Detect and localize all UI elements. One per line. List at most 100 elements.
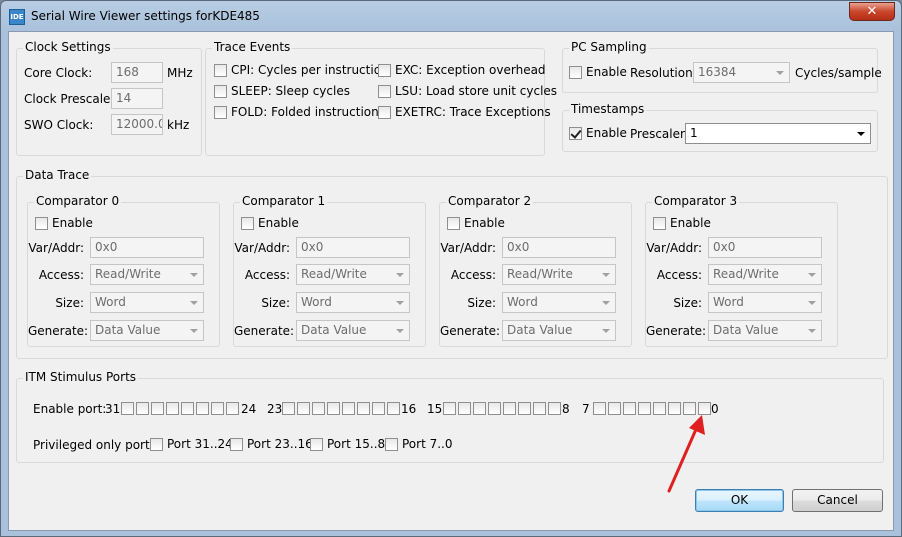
itm-port-24-checkbox[interactable] (226, 402, 239, 415)
comparator-3-access-select[interactable]: Read/Write (708, 264, 822, 285)
pc-sampling-enable-checkbox[interactable] (569, 66, 582, 79)
title-bar[interactable]: IDE Serial Wire Viewer settings forKDE48… (1, 1, 901, 31)
chevron-down-icon (190, 329, 198, 333)
privileged-port-7-0-checkbox[interactable] (385, 438, 398, 451)
pc-sampling-enable-label[interactable]: Enable (586, 65, 627, 79)
swo-clock-label: SWO Clock: (24, 118, 94, 132)
port-group-31-24-low: 24 (241, 402, 257, 416)
comparator-3-enable-label[interactable]: Enable (670, 216, 711, 230)
exetrc-label[interactable]: EXETRC: Trace Exceptions (395, 105, 551, 119)
privileged-port-7-0-label[interactable]: Port 7..0 (402, 437, 453, 451)
itm-port-29-checkbox[interactable] (151, 402, 164, 415)
timestamps-enable-label[interactable]: Enable (586, 126, 627, 140)
comparator-2-size-select[interactable]: Word (502, 292, 616, 313)
comparator-1-var-addr-field[interactable]: 0x0 (296, 237, 410, 258)
close-button[interactable]: ✕ (849, 2, 895, 21)
comparator-0-enable-label[interactable]: Enable (52, 216, 93, 230)
privileged-port-23-16-checkbox[interactable] (230, 438, 243, 451)
itm-port-31-checkbox[interactable] (121, 402, 134, 415)
comparator-1-access-select[interactable]: Read/Write (296, 264, 410, 285)
timestamps-enable-checkbox[interactable] (569, 127, 582, 140)
itm-port-16-checkbox[interactable] (387, 402, 400, 415)
itm-port-19-checkbox[interactable] (342, 402, 355, 415)
comparator-3-generate-label: Generate: (646, 324, 707, 338)
lsu-checkbox[interactable] (378, 85, 391, 98)
privileged-port-15-8-checkbox[interactable] (310, 438, 323, 451)
itm-port-7-checkbox[interactable] (593, 402, 606, 415)
itm-port-12-checkbox[interactable] (488, 402, 501, 415)
comparator-0-size-select[interactable]: Word (90, 292, 204, 313)
comparator-2-var-addr-field[interactable]: 0x0 (502, 237, 616, 258)
itm-port-23-checkbox[interactable] (282, 402, 295, 415)
comparator-2-access-select[interactable]: Read/Write (502, 264, 616, 285)
lsu-label[interactable]: LSU: Load store unit cycles (395, 84, 557, 98)
swo-clock-field[interactable]: 12000.0 (111, 114, 163, 135)
fold-checkbox[interactable] (214, 106, 227, 119)
itm-port-13-checkbox[interactable] (473, 402, 486, 415)
itm-port-8-checkbox[interactable] (548, 402, 561, 415)
sleep-label[interactable]: SLEEP: Sleep cycles (231, 84, 350, 98)
core-clock-field[interactable]: 168 (111, 62, 163, 83)
comparator-3-enable-checkbox[interactable] (653, 217, 666, 230)
port-group-23-16 (282, 402, 400, 416)
comparator-0-generate-select[interactable]: Data Value (90, 320, 204, 341)
itm-port-22-checkbox[interactable] (297, 402, 310, 415)
comparator-3-size-select[interactable]: Word (708, 292, 822, 313)
privileged-port-23-16-label[interactable]: Port 23..16 (247, 437, 313, 451)
itm-port-10-checkbox[interactable] (518, 402, 531, 415)
comparator-1-generate-select[interactable]: Data Value (296, 320, 410, 341)
prescaler-select[interactable]: 1 (685, 123, 871, 144)
chevron-down-icon (808, 329, 816, 333)
comparator-2-generate-select[interactable]: Data Value (502, 320, 616, 341)
itm-port-25-checkbox[interactable] (211, 402, 224, 415)
itm-port-14-checkbox[interactable] (458, 402, 471, 415)
comparator-1-enable-label[interactable]: Enable (258, 216, 299, 230)
comparator-2-access-label: Access: (450, 268, 496, 282)
itm-port-9-checkbox[interactable] (533, 402, 546, 415)
itm-port-30-checkbox[interactable] (136, 402, 149, 415)
itm-port-18-checkbox[interactable] (357, 402, 370, 415)
swo-clock-unit: kHz (167, 118, 190, 132)
cancel-button[interactable]: Cancel (792, 489, 883, 512)
comparator-2-enable-checkbox[interactable] (447, 217, 460, 230)
clock-prescaler-field[interactable]: 14 (111, 88, 163, 109)
itm-port-20-checkbox[interactable] (327, 402, 340, 415)
exetrc-checkbox[interactable] (378, 106, 391, 119)
exc-checkbox[interactable] (378, 64, 391, 77)
sleep-checkbox[interactable] (214, 85, 227, 98)
itm-port-4-checkbox[interactable] (638, 402, 651, 415)
privileged-port-31-24-label[interactable]: Port 31..24 (167, 437, 233, 451)
privileged-only-ports-label: Privileged only ports: (33, 438, 160, 452)
port-group-7-0-high: 7 (582, 402, 590, 416)
comparator-1-size-label: Size: (261, 296, 290, 310)
itm-port-5-checkbox[interactable] (623, 402, 636, 415)
itm-port-17-checkbox[interactable] (372, 402, 385, 415)
resolution-select[interactable]: 16384 (693, 62, 790, 83)
resolution-unit: Cycles/sample (795, 66, 882, 80)
comparator-0-enable-checkbox[interactable] (35, 217, 48, 230)
itm-port-26-checkbox[interactable] (196, 402, 209, 415)
comparator-3-generate-select[interactable]: Data Value (708, 320, 822, 341)
itm-port-15-checkbox[interactable] (443, 402, 456, 415)
privileged-port-15-8-label[interactable]: Port 15..8 (327, 437, 385, 451)
comparator-0-access-select[interactable]: Read/Write (90, 264, 204, 285)
exc-label[interactable]: EXC: Exception overhead (395, 63, 546, 77)
clock-settings-title: Clock Settings (23, 40, 113, 54)
itm-port-21-checkbox[interactable] (312, 402, 325, 415)
cpi-checkbox[interactable] (214, 64, 227, 77)
cpi-label[interactable]: CPI: Cycles per instruction (231, 63, 389, 77)
comparator-0-var-addr-field[interactable]: 0x0 (90, 237, 204, 258)
itm-port-6-checkbox[interactable] (608, 402, 621, 415)
itm-port-28-checkbox[interactable] (166, 402, 179, 415)
comparator-2-enable-label[interactable]: Enable (464, 216, 505, 230)
fold-label[interactable]: FOLD: Folded instructions (231, 105, 385, 119)
itm-port-27-checkbox[interactable] (181, 402, 194, 415)
dialog-window: IDE Serial Wire Viewer settings forKDE48… (0, 0, 902, 537)
comparator-1-enable-checkbox[interactable] (241, 217, 254, 230)
comparator-1-title: Comparator 1 (240, 194, 328, 208)
comparator-0-generate-value: Data Value (95, 323, 161, 337)
comparator-3-var-addr-field[interactable]: 0x0 (708, 237, 822, 258)
itm-port-11-checkbox[interactable] (503, 402, 516, 415)
comparator-1-size-select[interactable]: Word (296, 292, 410, 313)
privileged-port-31-24-checkbox[interactable] (150, 438, 163, 451)
